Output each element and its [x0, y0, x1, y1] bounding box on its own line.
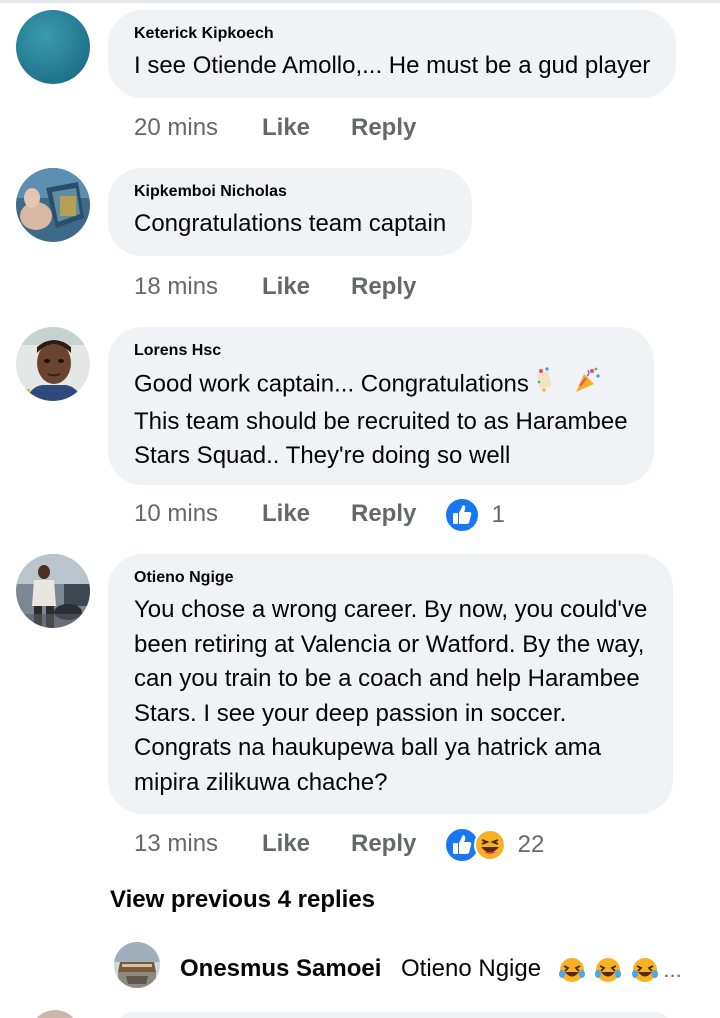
top-divider [0, 0, 720, 3]
comment-text-line: This team should be recruited to as Hara… [134, 407, 628, 435]
comment-text: I see Otiende Amollo,... He must be a gu… [134, 52, 651, 79]
avatar[interactable] [16, 168, 90, 242]
like-button[interactable]: Like [262, 113, 351, 143]
reply-text: Otieno Ngige [401, 955, 542, 982]
comment-text-line: Stars Squad.. They're doing so well [134, 442, 511, 469]
avatar[interactable] [16, 10, 90, 84]
avatar[interactable] [16, 327, 90, 401]
comment-time[interactable]: 20 mins [134, 113, 262, 143]
comment-author[interactable]: Lorens Hsc [134, 341, 628, 361]
comment-bubble: Keterick Kipkoech I see Otiende Amollo,.… [108, 10, 677, 98]
comment-time[interactable]: 10 mins [134, 499, 262, 529]
reply-button[interactable]: Reply [351, 272, 416, 302]
comment-author[interactable]: Otieno Ngige [134, 568, 647, 588]
like-button[interactable]: Like [262, 499, 351, 529]
comment-bubble: Lorens Hsc Good work captain... Congratu… [108, 327, 654, 485]
comment-actions: 13 mins Like Reply 22 [134, 827, 544, 863]
comment-text-line: Congrats na haukupewa ball ya hatrick am… [134, 734, 601, 761]
comment-author[interactable]: Kipkemboi Nicholas [134, 182, 446, 202]
comment-text: Congratulations team captain [134, 210, 447, 237]
reply-button[interactable]: Reply [351, 499, 416, 529]
reaction-count: 1 [491, 501, 506, 528]
reaction-summary[interactable]: 22 [443, 826, 545, 863]
avatar[interactable] [16, 554, 90, 628]
reaction-count: 22 [517, 831, 545, 858]
rofl-emoji [631, 958, 658, 982]
comment-text: You chose a wrong career. By now, you co… [134, 593, 647, 800]
haha-reaction-icon [474, 829, 506, 861]
reply-emojis: ... [558, 956, 682, 984]
comment-time[interactable]: 18 mins [134, 272, 262, 302]
reply-author[interactable]: Onesmus Samoei [180, 954, 381, 984]
reaction-summary[interactable]: 1 [443, 496, 506, 533]
party-popper-emoji [536, 366, 566, 405]
reply-button[interactable]: Reply [351, 829, 416, 859]
comment-actions: 18 mins Like Reply [134, 271, 416, 301]
comment-bubble: Kipkemboi Nicholas Congratulations team … [108, 168, 473, 256]
reply-ellipsis: ... [663, 957, 682, 982]
party-popper-emoji [572, 366, 602, 405]
comment-actions: 20 mins Like Reply [134, 112, 416, 142]
next-comment-bubble [114, 1012, 674, 1018]
like-button[interactable]: Like [262, 829, 351, 859]
view-previous-replies-link[interactable]: View previous 4 replies [110, 885, 375, 915]
rofl-emoji [595, 958, 622, 982]
comment-text-line: Stars. I see your deep passion in soccer… [134, 699, 567, 727]
comment-text-line: can you train to be a coach and help Har… [134, 665, 640, 692]
like-reaction-icon [444, 497, 480, 533]
comment-text-line: mipira zilikuwa chache? [134, 768, 388, 796]
comment-text: Good work captain... Congratulations Thi… [134, 366, 628, 474]
comment-text-line: been retiring at Valencia or Watford. By… [134, 630, 645, 658]
comment-time[interactable]: 13 mins [134, 829, 262, 859]
comment-text-line: Good work captain... Congratulations [134, 370, 529, 398]
like-button[interactable]: Like [262, 272, 351, 302]
comment-text-line: You chose a wrong career. By now, you co… [134, 596, 648, 623]
next-comment-avatar [30, 1010, 80, 1018]
comment-actions: 10 mins Like Reply 1 [134, 497, 505, 533]
rofl-emoji [559, 958, 585, 982]
reply-button[interactable]: Reply [351, 113, 416, 143]
comment-author[interactable]: Keterick Kipkoech [134, 24, 650, 44]
comment-bubble: Otieno Ngige You chose a wrong career. B… [108, 554, 674, 814]
avatar[interactable] [114, 942, 160, 988]
